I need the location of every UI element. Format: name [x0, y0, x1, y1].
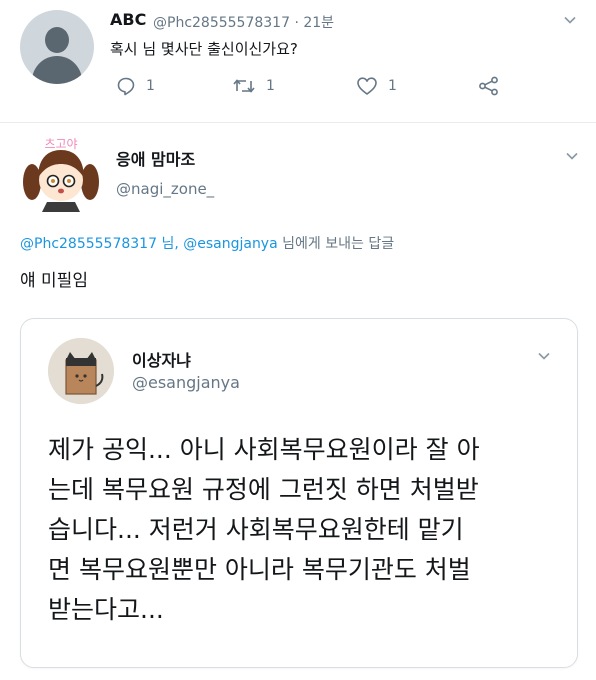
reply-context-suffix: 님에게 보내는 답글: [277, 236, 395, 252]
reply-mentions-link[interactable]: @Phc28555578317 님, @esangjanya: [20, 236, 278, 252]
avatar[interactable]: [20, 10, 94, 84]
reply-button[interactable]: 1: [116, 76, 155, 96]
quoted-user-handle[interactable]: @esangjanya: [132, 373, 240, 392]
tweet-meta: @Phc28555578317 · 21분: [153, 12, 334, 32]
reply-context: @Phc28555578317 님, @esangjanya 님에게 보내는 답…: [20, 233, 394, 253]
retweet-icon: [233, 79, 255, 93]
timestamp[interactable]: · 21분: [294, 15, 334, 31]
quoted-text-line: 는데 복무요원 규정에 그런짓 하면 처벌받: [48, 475, 479, 504]
quoted-tweet-text: 제가 공익... 아니 사회복무요원이라 잘 아 는데 복무요원 규정에 그런짓…: [48, 430, 558, 630]
user-handle[interactable]: @nagi_zone_: [116, 180, 214, 198]
reply-icon: [117, 77, 135, 96]
retweet-count: 1: [266, 78, 275, 94]
divider: [0, 122, 596, 123]
reply-count: 1: [146, 78, 155, 94]
avatar[interactable]: [48, 338, 114, 404]
chevron-down-icon[interactable]: [566, 150, 578, 162]
tweet-text: 얘 미필임: [20, 271, 88, 291]
avatar-logo-text: 츠고야: [44, 137, 77, 151]
quoted-text-line: 습니다... 저런거 사회복무요원한테 맡기: [48, 515, 464, 544]
quoted-text-line: 제가 공익... 아니 사회복무요원이라 잘 아: [48, 435, 480, 464]
avatar[interactable]: 츠고야: [20, 136, 102, 212]
user-handle[interactable]: @Phc28555578317: [153, 15, 290, 31]
avatar-body-shape: [32, 56, 82, 84]
chevron-down-icon[interactable]: [538, 350, 550, 362]
tweet-text: 혹시 님 몇사단 출신이신가요?: [110, 40, 298, 58]
quoted-display-name[interactable]: 이상자냐: [132, 347, 191, 371]
display-name[interactable]: ABC: [110, 10, 146, 29]
display-name[interactable]: 응애 맘마조: [116, 146, 195, 170]
like-button[interactable]: 1: [356, 76, 397, 96]
share-icon[interactable]: [478, 76, 500, 96]
chevron-down-icon[interactable]: [564, 14, 576, 26]
quoted-text-line: 면 복무요원뿐만 아니라 복무기관도 처벌: [48, 555, 471, 584]
like-count: 1: [388, 78, 397, 94]
quoted-text-line: 받는다고...: [48, 595, 164, 624]
heart-icon: [357, 77, 377, 95]
retweet-button[interactable]: 1: [232, 76, 275, 96]
avatar-head-shape: [45, 27, 69, 53]
